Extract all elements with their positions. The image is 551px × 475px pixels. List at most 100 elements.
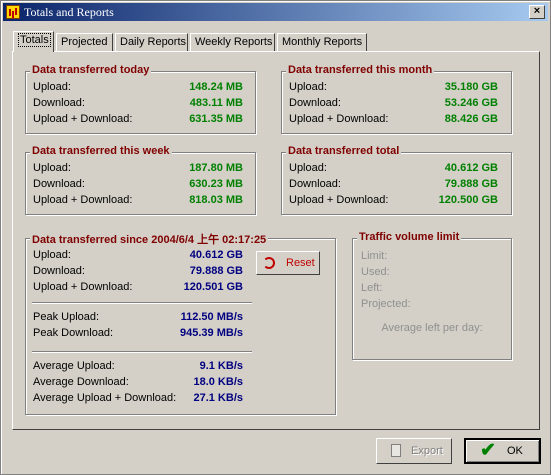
tab-totals[interactable]: Totals xyxy=(13,31,54,52)
row-value: 40.612 GB xyxy=(189,249,243,261)
row-label: Download: xyxy=(289,178,341,190)
row-label: Upload + Download: xyxy=(33,281,133,293)
row-value: 818.03 MB xyxy=(189,194,243,206)
row-label: Upload: xyxy=(33,81,71,93)
group-week: Data transferred this week Upload: 187.80… xyxy=(25,145,256,215)
average-upload-row: Average Upload: 9.1 KB/s xyxy=(33,360,243,374)
limit-label: Limit: xyxy=(361,250,388,262)
dialog-window: Totals and Reports × Totals Projected Da… xyxy=(0,0,551,475)
group-month: Data transferred this month Upload: 35.18… xyxy=(281,64,512,134)
checkmark-icon: ✔ xyxy=(480,440,496,461)
tab-projected[interactable]: Projected xyxy=(56,33,113,51)
row-label: Upload: xyxy=(289,81,327,93)
row-value: 483.11 MB xyxy=(189,97,243,109)
window-title: Totals and Reports xyxy=(24,5,114,19)
row-value: 53.246 GB xyxy=(444,97,498,109)
row-label: Average Upload + Download: xyxy=(33,392,177,404)
row-label: Download: xyxy=(289,97,341,109)
month-download-row: Download: 53.246 GB xyxy=(289,97,498,111)
ok-button[interactable]: ✔ OK xyxy=(464,438,541,464)
reset-button[interactable]: Reset xyxy=(256,251,320,275)
tab-daily-reports[interactable]: Daily Reports xyxy=(115,33,188,51)
today-download-row: Download: 483.11 MB xyxy=(33,97,243,111)
row-label: Download: xyxy=(33,178,85,190)
month-total-row: Upload + Download: 88.426 GB xyxy=(289,113,498,127)
row-value: 40.612 GB xyxy=(444,162,498,174)
week-total-row: Upload + Download: 818.03 MB xyxy=(33,194,243,208)
row-value: 945.39 MB/s xyxy=(180,327,243,339)
row-label: Average Download: xyxy=(33,376,129,388)
row-value: 630.23 MB xyxy=(189,178,243,190)
row-label: Upload: xyxy=(33,249,71,261)
row-value: 9.1 KB/s xyxy=(199,360,243,372)
tab-label: Monthly Reports xyxy=(282,36,363,48)
reset-label: Reset xyxy=(286,257,315,269)
app-icon xyxy=(6,5,20,19)
row-label: Peak Download: xyxy=(33,327,114,339)
group-title: Data transferred today xyxy=(30,64,152,76)
divider xyxy=(32,302,252,304)
peak-upload-row: Peak Upload: 112.50 MB/s xyxy=(33,311,243,325)
week-upload-row: Upload: 187.80 MB xyxy=(33,162,243,176)
average-total-row: Average Upload + Download: 27.1 KB/s xyxy=(33,392,243,406)
row-value: 79.888 GB xyxy=(189,265,243,277)
group-today: Data transferred today Upload: 148.24 MB … xyxy=(25,64,256,134)
title-bar[interactable]: Totals and Reports × xyxy=(3,3,548,21)
since-download-row: Download: 79.888 GB xyxy=(33,265,243,279)
group-traffic-limit: Traffic volume limit Limit: Used: Left: … xyxy=(352,231,512,360)
row-label: Download: xyxy=(33,97,85,109)
tab-weekly-reports[interactable]: Weekly Reports xyxy=(190,33,275,51)
row-value: 120.500 GB xyxy=(438,194,498,206)
total-download-row: Download: 79.888 GB xyxy=(289,178,498,192)
total-total-row: Upload + Download: 120.500 GB xyxy=(289,194,498,208)
ok-label: OK xyxy=(507,445,523,457)
row-value: 18.0 KB/s xyxy=(193,376,243,388)
row-value: 112.50 MB/s xyxy=(180,311,243,323)
row-value: 631.35 MB xyxy=(189,113,243,125)
group-title: Data transferred this week xyxy=(30,145,172,157)
row-value: 187.80 MB xyxy=(189,162,243,174)
tab-label: Projected xyxy=(61,36,108,48)
week-download-row: Download: 630.23 MB xyxy=(33,178,243,192)
group-title: Data transferred this month xyxy=(286,64,435,76)
row-value: 148.24 MB xyxy=(189,81,243,93)
close-button[interactable]: × xyxy=(529,5,545,19)
total-upload-row: Upload: 40.612 GB xyxy=(289,162,498,176)
row-label: Peak Upload: xyxy=(33,311,100,323)
tab-label: Weekly Reports xyxy=(195,36,273,48)
row-label: Average Upload: xyxy=(33,360,115,372)
row-value: 27.1 KB/s xyxy=(193,392,243,404)
average-left-label: Average left per day: xyxy=(381,322,483,334)
peak-download-row: Peak Download: 945.39 MB/s xyxy=(33,327,243,341)
row-label: Upload: xyxy=(289,162,327,174)
month-upload-row: Upload: 35.180 GB xyxy=(289,81,498,95)
average-download-row: Average Download: 18.0 KB/s xyxy=(33,376,243,390)
group-title: Data transferred total xyxy=(286,145,402,157)
export-icon xyxy=(391,444,401,457)
tab-label: Daily Reports xyxy=(120,36,187,48)
row-label: Upload + Download: xyxy=(33,194,133,206)
projected-label: Projected: xyxy=(361,298,411,310)
left-label: Left: xyxy=(361,282,383,294)
row-label: Upload + Download: xyxy=(289,113,389,125)
export-button[interactable]: Export xyxy=(376,438,452,464)
row-value: 35.180 GB xyxy=(444,81,498,93)
today-upload-row: Upload: 148.24 MB xyxy=(33,81,243,95)
today-total-row: Upload + Download: 631.35 MB xyxy=(33,113,243,127)
group-total: Data transferred total Upload: 40.612 GB … xyxy=(281,145,512,215)
divider xyxy=(32,351,252,353)
row-label: Upload + Download: xyxy=(33,113,133,125)
row-value: 88.426 GB xyxy=(444,113,498,125)
tab-label: Totals xyxy=(18,33,51,47)
row-value: 120.501 GB xyxy=(183,281,243,293)
group-title: Data transferred since 2004/6/4 上午 02:17… xyxy=(30,231,269,247)
since-total-row: Upload + Download: 120.501 GB xyxy=(33,281,243,295)
export-label: Export xyxy=(411,445,443,457)
used-label: Used: xyxy=(361,266,390,278)
row-label: Upload: xyxy=(33,162,71,174)
group-title: Traffic volume limit xyxy=(357,231,462,243)
row-value: 79.888 GB xyxy=(444,178,498,190)
since-upload-row: Upload: 40.612 GB xyxy=(33,249,243,263)
tab-monthly-reports[interactable]: Monthly Reports xyxy=(277,33,367,51)
row-label: Download: xyxy=(33,265,85,277)
